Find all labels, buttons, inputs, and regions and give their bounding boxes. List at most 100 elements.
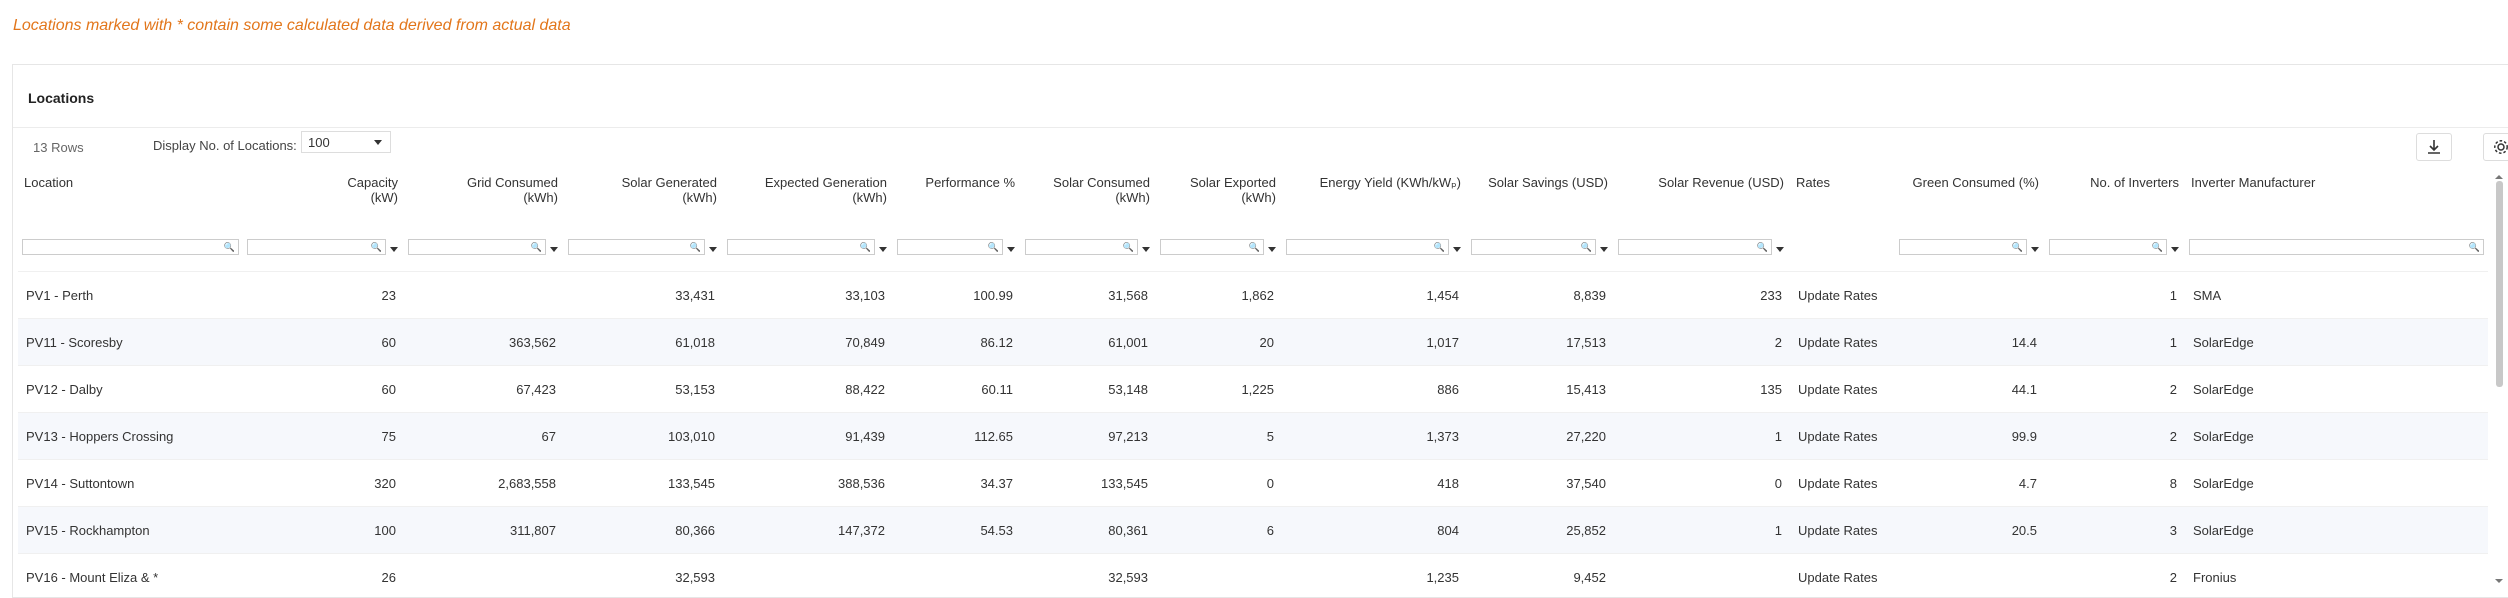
- filter-menu-icon[interactable]: [2171, 247, 2179, 252]
- filter-menu-icon[interactable]: [1007, 247, 1015, 252]
- update-rates-link[interactable]: Update Rates: [1790, 412, 1895, 460]
- display-count-value: 100: [308, 135, 330, 150]
- rows-count: 13 Rows: [33, 140, 84, 155]
- table-cell: 97,213: [1021, 412, 1156, 460]
- location-link[interactable]: PV1 - Perth: [18, 271, 243, 319]
- table-cell: 1,225: [1156, 365, 1282, 413]
- filter-input[interactable]: 🔍: [247, 239, 386, 255]
- column-header[interactable]: Energy Yield (KWh/kWₚ): [1282, 167, 1467, 223]
- table-cell: 75: [243, 412, 404, 460]
- locations-panel: Locations 13 Rows Display No. of Locatio…: [12, 64, 2508, 598]
- filter-menu-icon[interactable]: [1268, 247, 1276, 252]
- filter-input[interactable]: 🔍: [408, 239, 546, 255]
- filter-cell: 🔍: [564, 223, 723, 272]
- table-cell: 112.65: [893, 412, 1021, 460]
- column-header[interactable]: Solar Savings (USD): [1467, 167, 1614, 223]
- update-rates-link[interactable]: Update Rates: [1790, 271, 1895, 319]
- table-cell: 363,562: [404, 318, 564, 366]
- scroll-up-arrow[interactable]: [2495, 175, 2503, 179]
- table-cell: 54.53: [893, 506, 1021, 554]
- update-rates-link[interactable]: Update Rates: [1790, 365, 1895, 413]
- column-header[interactable]: Solar Generated (kWh): [564, 167, 723, 223]
- settings-button[interactable]: [2483, 133, 2508, 161]
- column-header[interactable]: Expected Generation (kWh): [723, 167, 893, 223]
- table-cell: 32,593: [1021, 553, 1156, 587]
- filter-menu-icon[interactable]: [2031, 247, 2039, 252]
- table-cell: 886: [1282, 365, 1467, 413]
- column-header[interactable]: Solar Exported (kWh): [1156, 167, 1282, 223]
- column-filter: 🔍: [247, 239, 400, 255]
- filter-menu-icon[interactable]: [1600, 247, 1608, 252]
- filter-input[interactable]: 🔍: [22, 239, 239, 255]
- filter-menu-icon[interactable]: [1142, 247, 1150, 252]
- table-cell: [723, 553, 893, 587]
- filter-menu-icon[interactable]: [709, 247, 717, 252]
- search-icon: 🔍: [2011, 242, 2023, 252]
- table-cell: 8,839: [1467, 271, 1614, 319]
- filter-input[interactable]: 🔍: [1618, 239, 1772, 255]
- table-cell: 2: [2045, 553, 2185, 587]
- column-header[interactable]: Capacity (kW): [243, 167, 404, 223]
- filter-menu-icon[interactable]: [390, 247, 398, 252]
- filter-menu-icon[interactable]: [879, 247, 887, 252]
- column-header[interactable]: Solar Consumed (kWh): [1021, 167, 1156, 223]
- table-cell: SMA: [2185, 271, 2488, 319]
- filter-input[interactable]: 🔍: [568, 239, 705, 255]
- table-cell: 2: [2045, 412, 2185, 460]
- update-rates-link[interactable]: Update Rates: [1790, 553, 1895, 587]
- filter-input[interactable]: 🔍: [1471, 239, 1596, 255]
- update-rates-link[interactable]: Update Rates: [1790, 459, 1895, 507]
- column-header[interactable]: Solar Revenue (USD): [1614, 167, 1790, 223]
- location-link[interactable]: PV14 - Suttontown: [18, 459, 243, 507]
- scroll-down-arrow[interactable]: [2495, 579, 2503, 583]
- scrollbar-thumb[interactable]: [2496, 181, 2503, 387]
- column-header-label: Energy Yield (KWh/kWₚ): [1319, 175, 1461, 190]
- filter-cell: 🔍: [1156, 223, 1282, 272]
- filter-input[interactable]: 🔍: [2189, 239, 2484, 255]
- location-link[interactable]: PV16 - Mount Eliza & *: [18, 553, 243, 587]
- filter-menu-icon[interactable]: [550, 247, 558, 252]
- filter-input[interactable]: 🔍: [1160, 239, 1264, 255]
- location-link[interactable]: PV12 - Dalby: [18, 365, 243, 413]
- update-rates-link[interactable]: Update Rates: [1790, 318, 1895, 366]
- filter-input[interactable]: 🔍: [1286, 239, 1449, 255]
- column-header[interactable]: Grid Consumed (kWh): [404, 167, 564, 223]
- table-cell: 60: [243, 365, 404, 413]
- filter-cell: [1790, 223, 1895, 272]
- table-cell: 388,536: [723, 459, 893, 507]
- table-cell: 4.7: [1895, 459, 2045, 507]
- column-filter: 🔍: [1025, 239, 1152, 255]
- filter-input[interactable]: 🔍: [1025, 239, 1138, 255]
- update-rates-link[interactable]: Update Rates: [1790, 506, 1895, 554]
- filter-input[interactable]: 🔍: [2049, 239, 2167, 255]
- filter-menu-icon[interactable]: [1776, 247, 1784, 252]
- column-header[interactable]: Location: [18, 167, 243, 223]
- column-header-label: Location: [24, 175, 74, 190]
- download-button[interactable]: [2416, 133, 2452, 161]
- table-cell: [1156, 553, 1282, 587]
- table-cell: 2: [1614, 318, 1790, 366]
- location-link[interactable]: PV11 - Scoresby: [18, 318, 243, 366]
- column-header[interactable]: No. of Inverters: [2045, 167, 2185, 223]
- filter-menu-icon[interactable]: [1453, 247, 1461, 252]
- column-header[interactable]: Green Consumed (%): [1895, 167, 2045, 223]
- column-filter: 🔍: [1618, 239, 1786, 255]
- panel-title: Locations: [28, 90, 95, 106]
- filter-input[interactable]: 🔍: [897, 239, 1003, 255]
- column-header[interactable]: Inverter Manufacturer: [2185, 167, 2488, 223]
- table-cell: 418: [1282, 459, 1467, 507]
- table-cell: 1,454: [1282, 271, 1467, 319]
- filter-cell: 🔍: [404, 223, 564, 272]
- vertical-scrollbar[interactable]: [2494, 175, 2504, 593]
- filter-input[interactable]: 🔍: [727, 239, 875, 255]
- location-link[interactable]: PV15 - Rockhampton: [18, 506, 243, 554]
- filter-input[interactable]: 🔍: [1899, 239, 2027, 255]
- table-cell: 20.5: [1895, 506, 2045, 554]
- location-link[interactable]: PV13 - Hoppers Crossing: [18, 412, 243, 460]
- search-icon: 🔍: [2151, 242, 2163, 252]
- column-header[interactable]: Performance %: [893, 167, 1021, 223]
- column-header[interactable]: Rates: [1790, 167, 1895, 223]
- column-header-label: No. of Inverters: [2090, 175, 2179, 190]
- search-icon: 🔍: [1433, 242, 1445, 252]
- display-count-select[interactable]: 100: [301, 131, 391, 153]
